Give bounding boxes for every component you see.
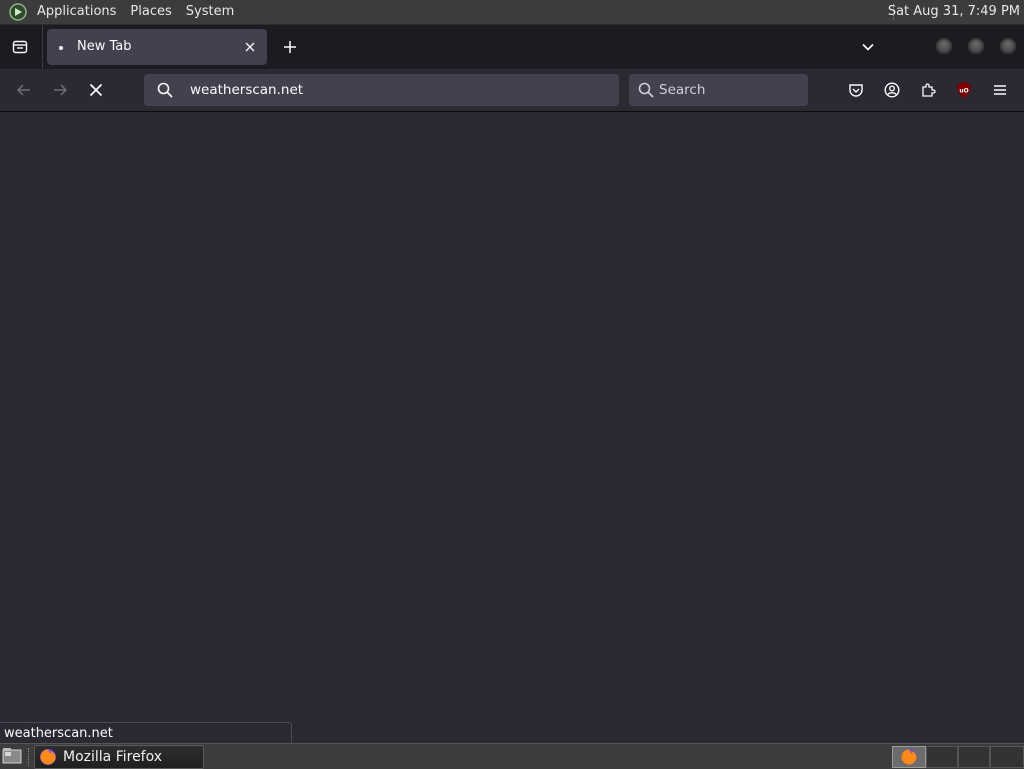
plus-icon	[284, 41, 296, 53]
ublock-origin-button[interactable]: uO	[952, 78, 976, 102]
taskbar-separator	[28, 748, 31, 766]
status-panel: weatherscan.net	[0, 722, 292, 743]
stop-button[interactable]	[80, 74, 112, 106]
ublock-shield-icon: uO	[957, 82, 971, 98]
url-text[interactable]: weatherscan.net	[190, 74, 303, 106]
app-menu-button[interactable]	[988, 78, 1012, 102]
chevron-down-icon	[862, 43, 874, 51]
loading-indicator-icon	[59, 46, 63, 50]
account-button[interactable]	[880, 78, 904, 102]
maximize-window-button[interactable]	[968, 38, 984, 54]
taskbar-window-firefox[interactable]: Mozilla Firefox	[34, 745, 204, 769]
firefox-icon	[40, 749, 56, 765]
list-all-tabs-button[interactable]	[856, 35, 880, 59]
pocket-button[interactable]	[844, 78, 868, 102]
arrow-right-icon	[54, 84, 68, 96]
system-menu[interactable]: System	[179, 0, 241, 24]
minimize-window-button[interactable]	[936, 38, 952, 54]
stop-icon	[89, 83, 103, 97]
new-tab-button[interactable]	[278, 35, 302, 59]
search-icon	[157, 82, 173, 98]
workspace-1[interactable]	[892, 746, 926, 768]
places-menu[interactable]: Places	[123, 0, 178, 24]
workspace-2[interactable]	[926, 746, 958, 768]
pocket-icon	[849, 84, 863, 97]
system-taskbar: Mozilla Firefox	[0, 743, 1024, 769]
taskbar-window-label: Mozilla Firefox	[63, 749, 163, 765]
tab-title: New Tab	[77, 39, 132, 54]
tab-new-tab[interactable]: New Tab	[47, 29, 267, 65]
show-desktop-button[interactable]	[2, 747, 22, 765]
close-icon	[245, 42, 255, 52]
tab-separator	[42, 25, 43, 69]
page-content-area[interactable]	[0, 112, 1024, 742]
distro-logo-icon[interactable]	[8, 2, 28, 22]
forward-button[interactable]	[44, 74, 76, 106]
workspace-3[interactable]	[958, 746, 990, 768]
firefox-icon	[901, 749, 917, 765]
account-icon	[884, 82, 900, 98]
navigation-toolbar: weatherscan.net Search uO	[0, 69, 1024, 112]
close-window-button[interactable]	[1000, 38, 1016, 54]
puzzle-icon	[922, 83, 936, 97]
search-icon	[638, 82, 654, 98]
tab-close-button[interactable]	[241, 38, 259, 56]
firefox-view-icon	[12, 40, 28, 54]
search-placeholder: Search	[659, 82, 706, 98]
clock[interactable]: Sat Aug 31, 7:49 PM	[888, 0, 1020, 24]
system-top-panel: Applications Places System Sat Aug 31, 7…	[0, 0, 1024, 25]
svg-text:uO: uO	[959, 88, 968, 95]
extensions-button[interactable]	[916, 78, 940, 102]
firefox-view-button[interactable]	[6, 35, 34, 59]
address-bar[interactable]: weatherscan.net	[144, 74, 619, 106]
workspace-4[interactable]	[990, 746, 1024, 768]
search-bar[interactable]: Search	[629, 74, 808, 106]
applications-menu[interactable]: Applications	[30, 0, 123, 24]
tab-strip: New Tab	[0, 25, 1024, 69]
system-menu-bar: Applications Places System	[8, 0, 241, 24]
back-button[interactable]	[8, 74, 40, 106]
show-desktop-icon	[2, 748, 22, 764]
arrow-left-icon	[16, 84, 30, 96]
hamburger-menu-icon	[994, 85, 1006, 95]
